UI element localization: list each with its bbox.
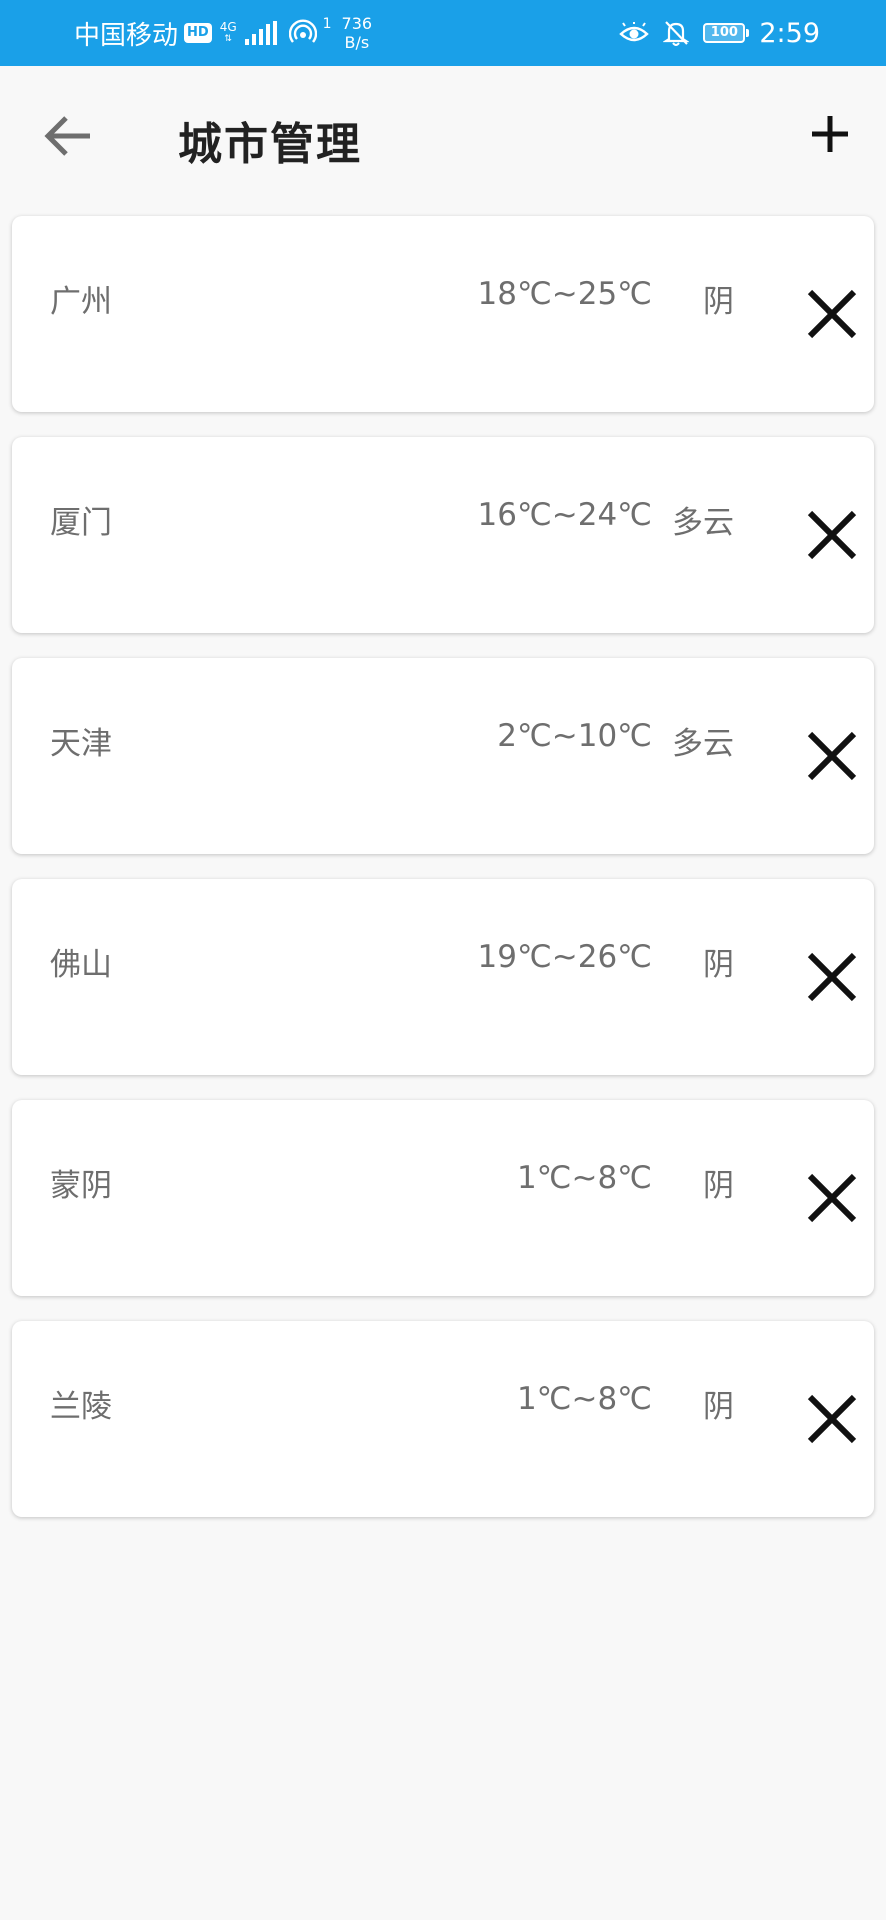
city-card[interactable]: 蒙阴 1℃~8℃ 阴 (12, 1100, 874, 1296)
network-type-label: 4G (219, 20, 237, 34)
city-name: 佛山 (50, 947, 112, 983)
weather-condition: 阴 (703, 1389, 734, 1425)
delete-city-button[interactable] (802, 1168, 862, 1228)
network-type: 4G ⇅ (220, 21, 237, 45)
city-name: 蒙阴 (50, 1168, 112, 1204)
city-name: 天津 (50, 726, 112, 762)
temperature-range: 18℃~25℃ (477, 276, 653, 312)
delete-city-button[interactable] (802, 947, 862, 1007)
arrow-left-icon (44, 116, 90, 156)
status-time: 2:59 (759, 17, 820, 49)
close-icon (807, 952, 857, 1002)
data-arrows-icon: ⇅ (224, 34, 232, 44)
bell-off-icon (663, 21, 690, 46)
close-icon (807, 510, 857, 560)
speed-value: 736 (341, 14, 373, 33)
city-name: 厦门 (50, 505, 112, 541)
delete-city-button[interactable] (802, 505, 862, 565)
close-icon (807, 1394, 857, 1444)
city-card[interactable]: 广州 18℃~25℃ 阴 (12, 216, 874, 412)
eye-comfort-icon (619, 22, 650, 42)
delete-city-button[interactable] (802, 726, 862, 786)
temperature-range: 19℃~26℃ (477, 939, 653, 975)
city-card[interactable]: 天津 2℃~10℃ 多云 (12, 658, 874, 854)
hotspot-icon (288, 19, 317, 43)
page-title: 城市管理 (178, 119, 362, 170)
weather-condition: 多云 (672, 726, 734, 762)
delete-city-button[interactable] (802, 1389, 862, 1449)
city-name: 广州 (50, 284, 112, 320)
network-speed: 736 B/s (342, 14, 373, 52)
add-city-button[interactable] (802, 106, 858, 162)
close-icon (807, 289, 857, 339)
carrier-name: 中国移动 (74, 20, 179, 51)
battery-icon: 100 (703, 23, 750, 43)
status-bar-left: 中国移动 HD 4G ⇅ 1 736 B/s (74, 0, 372, 66)
speed-unit: B/s (344, 33, 370, 52)
city-card[interactable]: 兰陵 1℃~8℃ 阴 (12, 1321, 874, 1517)
weather-condition: 阴 (703, 284, 734, 320)
weather-condition: 阴 (703, 947, 734, 983)
hotspot-count: 1 (322, 16, 332, 32)
status-bar: 中国移动 HD 4G ⇅ 1 736 B/s 100 2:59 (0, 0, 886, 66)
city-name: 兰陵 (50, 1389, 112, 1425)
temperature-range: 16℃~24℃ (477, 497, 653, 533)
temperature-range: 2℃~10℃ (497, 718, 652, 754)
close-icon (807, 731, 857, 781)
hd-badge: HD (184, 23, 212, 43)
plus-icon (812, 116, 848, 152)
status-bar-right: 100 2:59 (619, 0, 820, 66)
app-bar: 城市管理 (0, 66, 886, 206)
temperature-range: 1℃~8℃ (516, 1160, 652, 1196)
close-icon (807, 1173, 857, 1223)
back-button[interactable] (40, 110, 96, 162)
city-list: 广州 18℃~25℃ 阴 厦门 16℃~24℃ 多云 天津 2℃~10℃ 多云 (12, 216, 874, 1542)
delete-city-button[interactable] (802, 284, 862, 344)
signal-icon (244, 21, 277, 45)
weather-condition: 多云 (672, 505, 734, 541)
weather-condition: 阴 (703, 1168, 734, 1204)
temperature-range: 1℃~8℃ (516, 1381, 652, 1417)
city-card[interactable]: 厦门 16℃~24℃ 多云 (12, 437, 874, 633)
city-card[interactable]: 佛山 19℃~26℃ 阴 (12, 879, 874, 1075)
